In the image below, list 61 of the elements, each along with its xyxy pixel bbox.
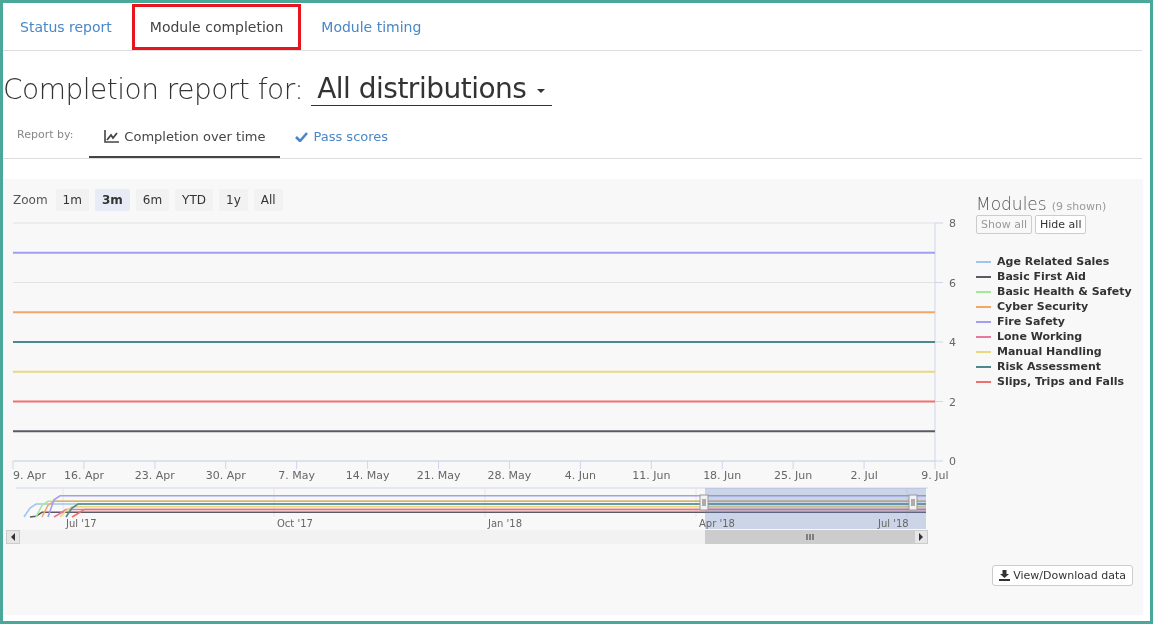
axis-label: 9. Jul bbox=[921, 469, 949, 482]
report-by-label: Report by: bbox=[16, 127, 75, 143]
legend-item[interactable]: Risk Assessment bbox=[997, 360, 1102, 373]
download-icon bbox=[999, 570, 1011, 581]
axis-label: 18. Jun bbox=[703, 469, 742, 482]
axis-label: 14. May bbox=[345, 469, 390, 482]
range-handle-icon[interactable] bbox=[699, 494, 709, 511]
distribution-dropdown[interactable]: All distributions bbox=[311, 72, 553, 106]
tab[interactable]: Module timing bbox=[307, 3, 436, 50]
legend-item[interactable]: Basic First Aid bbox=[997, 270, 1086, 283]
zoom-label: Zoom bbox=[13, 193, 48, 207]
check-icon bbox=[295, 130, 309, 142]
navigator-label: Jul '17 bbox=[66, 518, 97, 529]
axis-label: 9. Apr bbox=[13, 469, 47, 482]
download-button[interactable]: View/Download data bbox=[992, 565, 1133, 586]
axis-label: 28. May bbox=[487, 469, 532, 482]
tab[interactable]: Status report bbox=[6, 3, 126, 50]
scrollbar-thumb[interactable] bbox=[705, 530, 914, 544]
range-handle-icon[interactable] bbox=[908, 494, 918, 511]
axis-label: 2 bbox=[949, 395, 956, 409]
axis-label: 23. Apr bbox=[134, 469, 175, 482]
zoom-button[interactable]: All bbox=[253, 189, 283, 211]
legend-item[interactable]: Age Related Sales bbox=[997, 255, 1110, 268]
axis-label: 21. May bbox=[416, 469, 461, 482]
zoom-button[interactable]: 1m bbox=[55, 189, 89, 211]
axis-label: 30. Apr bbox=[205, 469, 246, 482]
axis-label: 0 bbox=[949, 455, 956, 468]
zoom-button[interactable]: 1y bbox=[219, 189, 248, 211]
legend-item[interactable]: Basic Health & Safety bbox=[997, 285, 1132, 298]
legend-button[interactable]: Hide all bbox=[1035, 215, 1087, 234]
line-chart-icon bbox=[104, 129, 120, 143]
scroll-left-button[interactable] bbox=[6, 530, 20, 544]
navigator-label: Jan '18 bbox=[488, 518, 523, 529]
axis-label: 2. Jul bbox=[850, 469, 878, 482]
zoom-button[interactable]: 3m bbox=[94, 189, 130, 211]
axis-label: 4. Jun bbox=[564, 469, 596, 482]
report-title: Completion report for: bbox=[3, 73, 304, 106]
navigator-label: Apr '18 bbox=[699, 518, 735, 529]
shown-count: (9 shown) bbox=[1051, 200, 1107, 213]
axis-label: 8 bbox=[949, 217, 956, 230]
legend-item[interactable]: Cyber Security bbox=[997, 300, 1089, 313]
legend-item[interactable]: Manual Handling bbox=[997, 345, 1102, 358]
report-tab[interactable]: Pass scores bbox=[280, 116, 404, 158]
axis-label: 4 bbox=[949, 336, 956, 349]
caret-icon bbox=[536, 87, 547, 94]
legend-item[interactable]: Lone Working bbox=[997, 330, 1083, 343]
tab[interactable]: Module completion bbox=[131, 4, 302, 50]
axis-label: 11. Jun bbox=[632, 469, 671, 482]
legend-item[interactable]: Slips, Trips and Falls bbox=[997, 375, 1124, 388]
zoom-button[interactable]: YTD bbox=[175, 189, 213, 211]
axis-label: 25. Jun bbox=[774, 469, 813, 482]
axis-label: 7. May bbox=[278, 469, 316, 482]
legend-item[interactable]: Fire Safety bbox=[997, 315, 1066, 328]
navigator-label: Jul '18 bbox=[878, 518, 909, 529]
legend-title: Modules bbox=[976, 194, 1047, 214]
report-tab[interactable]: Completion over time bbox=[89, 116, 281, 158]
axis-label: 16. Apr bbox=[63, 469, 104, 482]
navigator-label: Oct '17 bbox=[277, 518, 313, 529]
axis-label: 6 bbox=[949, 276, 956, 290]
scroll-right-button[interactable] bbox=[914, 530, 928, 544]
zoom-button[interactable]: 6m bbox=[135, 189, 170, 211]
